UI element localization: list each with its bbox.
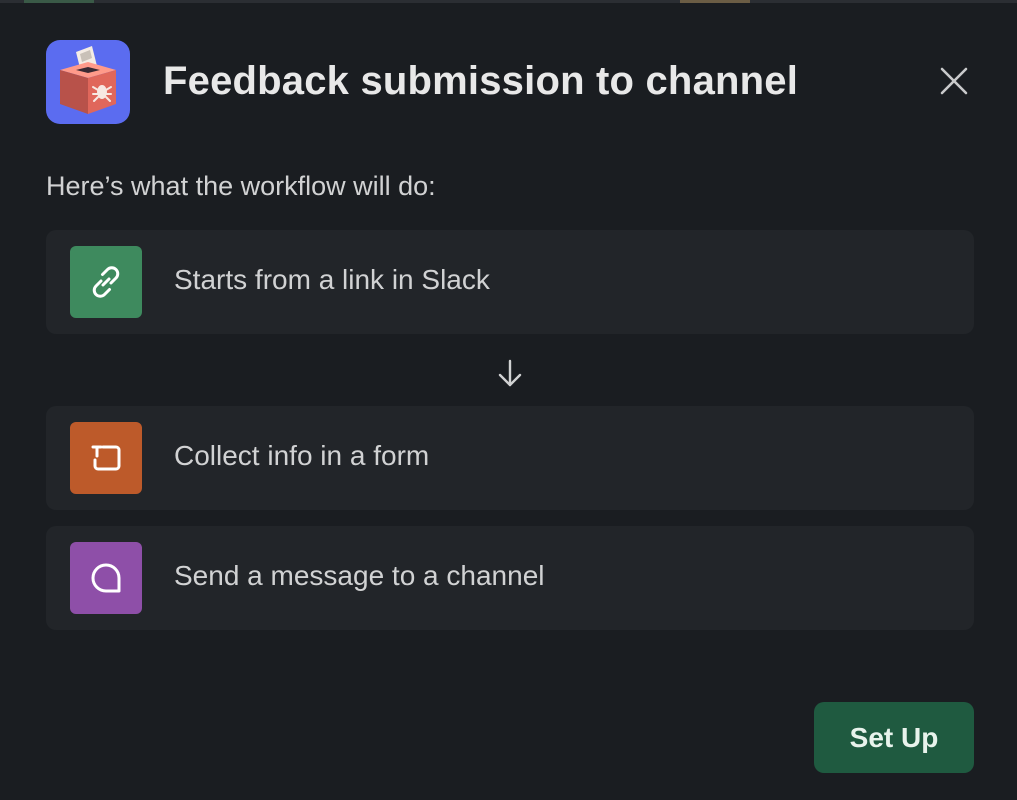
feedback-box-icon	[46, 40, 130, 124]
link-icon	[70, 246, 142, 318]
arrow-down-icon	[494, 357, 526, 391]
step-label: Starts from a link in Slack	[174, 264, 490, 295]
form-icon	[70, 422, 142, 494]
step-label: Send a message to a channel	[174, 560, 545, 591]
modal-title: Feedback submission to channel	[163, 59, 799, 103]
set-up-button[interactable]: Set Up	[814, 702, 974, 773]
step-label: Collect info in a form	[174, 440, 430, 471]
workflow-step-message: Send a message to a channel	[46, 526, 974, 630]
workflow-step-trigger: Starts from a link in Slack	[46, 230, 974, 334]
workflow-modal: Feedback submission to channel Here’s wh…	[0, 3, 1017, 800]
workflow-description: Here’s what the workflow will do:	[46, 171, 436, 201]
workflow-step-form: Collect info in a form	[46, 406, 974, 510]
message-bubble-icon	[70, 542, 142, 614]
close-button[interactable]	[932, 59, 976, 103]
close-icon	[940, 67, 968, 95]
